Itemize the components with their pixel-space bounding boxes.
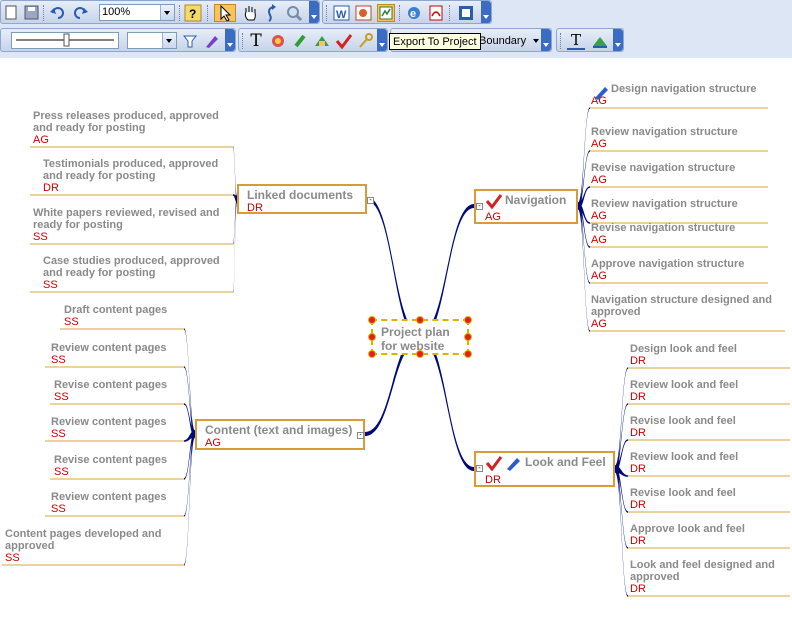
topic-label: Navigation <box>505 193 567 207</box>
topic-label: Content (text and images) <box>205 423 353 437</box>
subtopic-resource: DR <box>630 583 646 595</box>
subtopic-label: Revise navigation structure <box>591 222 736 234</box>
subtopic-resource: DR <box>630 391 646 403</box>
subtopic-resource: AG <box>591 210 607 222</box>
topic-resource: AG <box>485 211 501 223</box>
topic-resource: DR <box>485 474 501 486</box>
subtopic-resource: DR <box>630 535 646 547</box>
topic-resource: DR <box>247 202 263 214</box>
subtopic-label: Testimonials produced, approved <box>43 158 219 170</box>
subtopic-label: Approve look and feel <box>630 523 745 535</box>
topic-linked-documents[interactable]: Linked documents DR <box>237 184 367 214</box>
subtopic-resource: SS <box>51 503 66 515</box>
subtopic-resource: DR <box>43 182 59 194</box>
central-topic-line2: for website <box>381 339 445 353</box>
branch-curve <box>184 366 195 438</box>
subtopic-resource: SS <box>43 279 58 291</box>
subtopic-resource: SS <box>33 231 48 243</box>
subtopic-label: Revise look and feel <box>630 487 736 499</box>
branch-curve <box>615 465 628 597</box>
collapse-toggle-look-and-feel[interactable]: - <box>476 465 483 472</box>
subtopic-resource: DR <box>630 355 646 367</box>
subtopic-label: Draft content pages <box>64 304 168 316</box>
subtopic-label: Press releases produced, approved <box>33 110 219 122</box>
central-topic-line1: Project plan <box>381 325 450 339</box>
subtopic-resource: SS <box>51 428 66 440</box>
subtopic-resource: DR <box>630 463 646 475</box>
topic-label: Linked documents <box>247 188 354 202</box>
branch-curve <box>184 430 195 566</box>
subtopic-label: Review content pages <box>51 416 167 428</box>
subtopic-label: White papers reviewed, revised and <box>33 207 220 219</box>
collapse-toggle-linked-documents[interactable]: - <box>367 197 374 204</box>
subtopic-resource: AG <box>591 174 607 186</box>
subtopic-label-line2: approved <box>630 571 680 583</box>
collapse-toggle-content[interactable]: - <box>357 432 364 439</box>
subtopic-resource: SS <box>64 316 79 328</box>
subtopic-label: Review navigation structure <box>591 198 738 210</box>
subtopic-label: Design navigation structure <box>611 83 757 95</box>
subtopic-label-line2: ready for posting <box>33 219 123 231</box>
subtopic-label: Review look and feel <box>630 379 739 391</box>
pencil-icon <box>505 455 523 476</box>
subtopic-label-line2: approved <box>591 306 641 318</box>
subtopic-label: Design look and feel <box>630 343 737 355</box>
subtopic-resource: AG <box>591 234 607 246</box>
subtopic-resource: SS <box>51 354 66 366</box>
branch-curve <box>184 430 195 517</box>
subtopic-label-line2: approved <box>5 540 55 552</box>
subtopic-label: Look and feel designed and <box>630 559 775 571</box>
subtopic-resource: AG <box>591 318 607 330</box>
branch-curve <box>615 367 628 473</box>
central-topic[interactable]: Project plan for website <box>371 319 469 355</box>
branch-curve <box>615 465 628 549</box>
subtopic-label: Review navigation structure <box>591 126 738 138</box>
subtopic-label: Revise content pages <box>54 379 168 391</box>
collapse-toggle-navigation[interactable]: - <box>476 203 483 210</box>
topic-navigation[interactable]: Navigation AG <box>474 189 578 224</box>
subtopic-label-line2: and ready for posting <box>33 122 146 134</box>
subtopic-resource: AG <box>591 270 607 282</box>
subtopic-label-line2: and ready for posting <box>43 267 156 279</box>
subtopic-label-line2: and ready for posting <box>43 170 156 182</box>
subtopic-label: Review look and feel <box>630 451 739 463</box>
subtopic-resource: AG <box>591 138 607 150</box>
branch-curve <box>578 107 590 210</box>
check-icon <box>485 455 503 476</box>
subtopic-label: Case studies produced, approved <box>43 255 220 267</box>
subtopic-label: Revise look and feel <box>630 415 736 427</box>
subtopic-label: Review content pages <box>51 491 167 503</box>
pencil-icon <box>593 84 611 105</box>
subtopic-label: Approve navigation structure <box>591 258 745 270</box>
subtopic-resource: SS <box>54 391 69 403</box>
topic-look-and-feel[interactable]: Look and Feel DR <box>474 451 615 487</box>
subtopic-resource: DR <box>630 427 646 439</box>
subtopic-resource: DR <box>630 499 646 511</box>
subtopic-label: Content pages developed and <box>5 528 162 540</box>
topic-label: Look and Feel <box>525 455 606 469</box>
topic-content[interactable]: Content (text and images) AG <box>195 419 365 450</box>
subtopic-resource: SS <box>54 466 69 478</box>
topic-resource: AG <box>205 437 221 449</box>
subtopic-label: Review content pages <box>51 342 167 354</box>
subtopic-resource: AG <box>33 134 49 146</box>
subtopic-label: Revise navigation structure <box>591 162 736 174</box>
subtopic-label: Revise content pages <box>54 454 168 466</box>
subtopic-label: Navigation structure designed and <box>591 294 772 306</box>
subtopic-resource: SS <box>5 552 20 564</box>
